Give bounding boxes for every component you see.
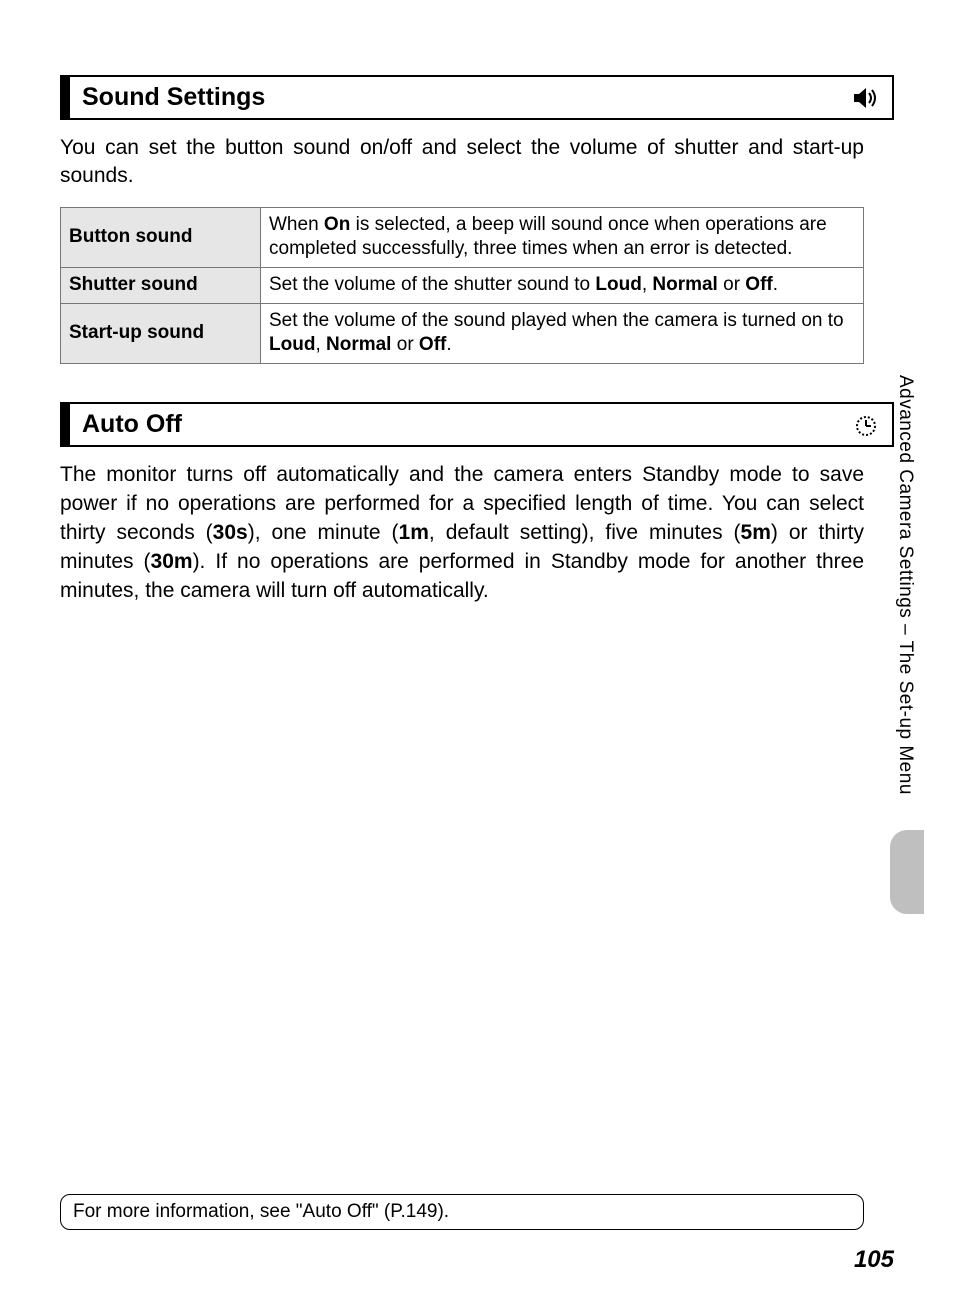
row-label: Button sound bbox=[61, 207, 261, 267]
sound-settings-intro: You can set the button sound on/off and … bbox=[60, 134, 894, 191]
auto-off-heading: Auto Off bbox=[60, 402, 894, 447]
sound-settings-table: Button sound When On is selected, a beep… bbox=[60, 207, 864, 364]
speaker-icon bbox=[852, 84, 880, 112]
auto-off-title: Auto Off bbox=[82, 410, 182, 439]
row-desc: Set the volume of the shutter sound to L… bbox=[261, 268, 864, 304]
table-row: Start-up sound Set the volume of the sou… bbox=[61, 303, 864, 363]
table-row: Shutter sound Set the volume of the shut… bbox=[61, 268, 864, 304]
manual-page: Sound Settings You can set the button so… bbox=[0, 0, 954, 1314]
auto-off-body: The monitor turns off automatically and … bbox=[60, 461, 894, 606]
row-label: Shutter sound bbox=[61, 268, 261, 304]
side-tab bbox=[890, 830, 924, 914]
side-chapter-label: Advanced Camera Settings – The Set-up Me… bbox=[894, 375, 916, 795]
sound-settings-heading: Sound Settings bbox=[60, 75, 894, 120]
row-label: Start-up sound bbox=[61, 303, 261, 363]
footnote-text: For more information, see "Auto Off" (P.… bbox=[73, 1201, 449, 1222]
table-row: Button sound When On is selected, a beep… bbox=[61, 207, 864, 267]
row-desc: Set the volume of the sound played when … bbox=[261, 303, 864, 363]
sound-settings-title: Sound Settings bbox=[82, 83, 265, 112]
timer-icon bbox=[852, 411, 880, 439]
row-desc: When On is selected, a beep will sound o… bbox=[261, 207, 864, 267]
page-number: 105 bbox=[854, 1246, 894, 1274]
footnote-box: For more information, see "Auto Off" (P.… bbox=[60, 1194, 864, 1230]
